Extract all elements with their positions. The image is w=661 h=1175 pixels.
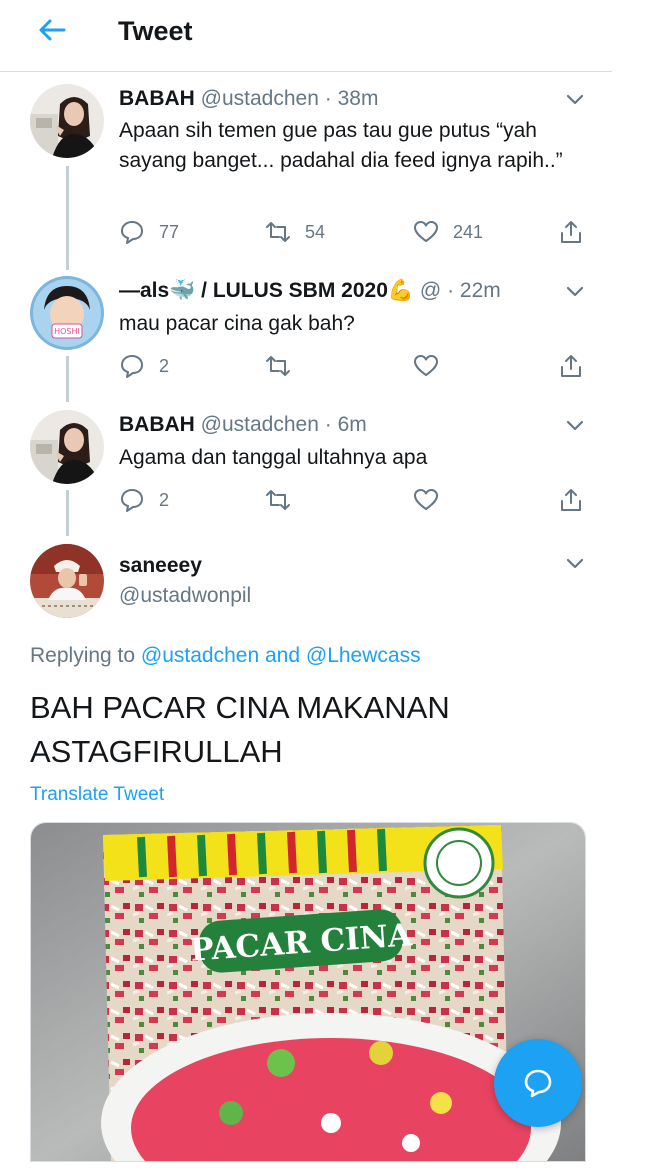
thread-connector [66, 356, 69, 402]
like-button[interactable]: 241 [413, 216, 483, 248]
svg-text:HOSHI: HOSHI [54, 327, 80, 336]
separator-dot: · [324, 87, 332, 110]
tweet-text: Apaan sih temen gue pas tau gue putus “y… [119, 119, 563, 172]
username[interactable]: @ustadchen [201, 413, 319, 436]
display-name[interactable]: BABAH [119, 87, 195, 110]
share-button[interactable] [558, 484, 584, 516]
reply-button[interactable]: 2 [119, 350, 169, 382]
tweet-text: BAH PACAR CINA MAKANAN ASTAGFIRULLAH [30, 690, 450, 769]
chevron-down-icon [566, 420, 584, 431]
separator-dot: · [447, 279, 455, 302]
tweet-menu-button[interactable] [562, 550, 588, 576]
like-count: 241 [453, 221, 484, 242]
username[interactable]: @ustadchen [201, 87, 319, 110]
share-button[interactable] [558, 350, 584, 382]
like-icon [414, 221, 438, 242]
thread-connector [66, 490, 69, 536]
retweet-icon [266, 490, 290, 510]
compose-reply-button[interactable] [494, 1039, 582, 1127]
share-icon [561, 489, 581, 511]
avatar[interactable] [30, 410, 104, 484]
top-bar: Tweet [0, 0, 612, 72]
tweet-actions: 77 54 241 [119, 216, 599, 248]
username[interactable]: @ustadwonpil [119, 582, 251, 610]
timestamp[interactable]: 38m [338, 87, 379, 110]
display-name[interactable]: BABAH [119, 413, 195, 436]
timestamp[interactable]: 6m [338, 413, 367, 436]
replying-prefix: Replying to [30, 644, 136, 667]
username[interactable]: @ [420, 279, 441, 302]
compose-icon [524, 1069, 552, 1098]
back-arrow-icon [39, 19, 66, 41]
reply-count: 77 [159, 221, 180, 242]
reply-count: 2 [159, 489, 170, 510]
retweet-count: 54 [305, 221, 326, 242]
retweet-button[interactable]: 54 [265, 216, 325, 248]
tweet-menu-button[interactable] [562, 86, 588, 112]
retweet-button[interactable] [265, 484, 291, 516]
tweet-menu-button[interactable] [562, 278, 588, 304]
page-title: Tweet [118, 16, 193, 46]
mention-link[interactable]: @Lhewcass [306, 644, 421, 667]
display-name[interactable]: —als🐳 / LULUS SBM 2020💪 [119, 279, 414, 302]
share-button[interactable] [558, 216, 584, 248]
avatar[interactable] [30, 84, 104, 158]
share-icon [561, 355, 581, 377]
replying-to: Replying to @ustadchen and @Lhewcass [30, 642, 421, 670]
chevron-down-icon [566, 558, 584, 569]
reply-icon [121, 489, 143, 512]
retweet-icon [266, 222, 290, 242]
reply-button[interactable]: 2 [119, 484, 169, 516]
like-icon [414, 489, 438, 510]
mention-link[interactable]: @ustadchen [141, 644, 259, 667]
like-icon [414, 355, 438, 376]
mention-and[interactable]: and [265, 644, 300, 667]
reply-icon [121, 355, 143, 378]
tweet-text: Agama dan tanggal ultahnya apa [119, 446, 428, 469]
display-name[interactable]: saneeey [119, 552, 202, 580]
avatar[interactable]: HOSHI [30, 276, 104, 350]
reply-button[interactable]: 77 [119, 216, 179, 248]
tweet-actions: 2 [119, 484, 599, 516]
retweet-icon [266, 356, 290, 376]
tweet-menu-button[interactable] [562, 412, 588, 438]
chevron-down-icon [566, 286, 584, 297]
share-icon [561, 221, 581, 243]
back-button[interactable] [36, 14, 68, 46]
retweet-button[interactable] [265, 350, 291, 382]
tweet-media-image[interactable]: PACAR CINA [30, 822, 586, 1162]
tweet-text: mau pacar cina gak bah? [119, 312, 355, 335]
translate-tweet-link[interactable]: Translate Tweet [30, 782, 164, 808]
chevron-down-icon [566, 94, 584, 105]
thread-connector [66, 166, 69, 270]
reply-count: 2 [159, 355, 170, 376]
timestamp[interactable]: 22m [460, 279, 501, 302]
like-button[interactable] [413, 350, 439, 382]
avatar[interactable] [30, 544, 104, 618]
like-button[interactable] [413, 484, 439, 516]
tweet-actions: 2 [119, 350, 599, 382]
reply-icon [121, 221, 143, 244]
separator-dot: · [324, 413, 332, 436]
